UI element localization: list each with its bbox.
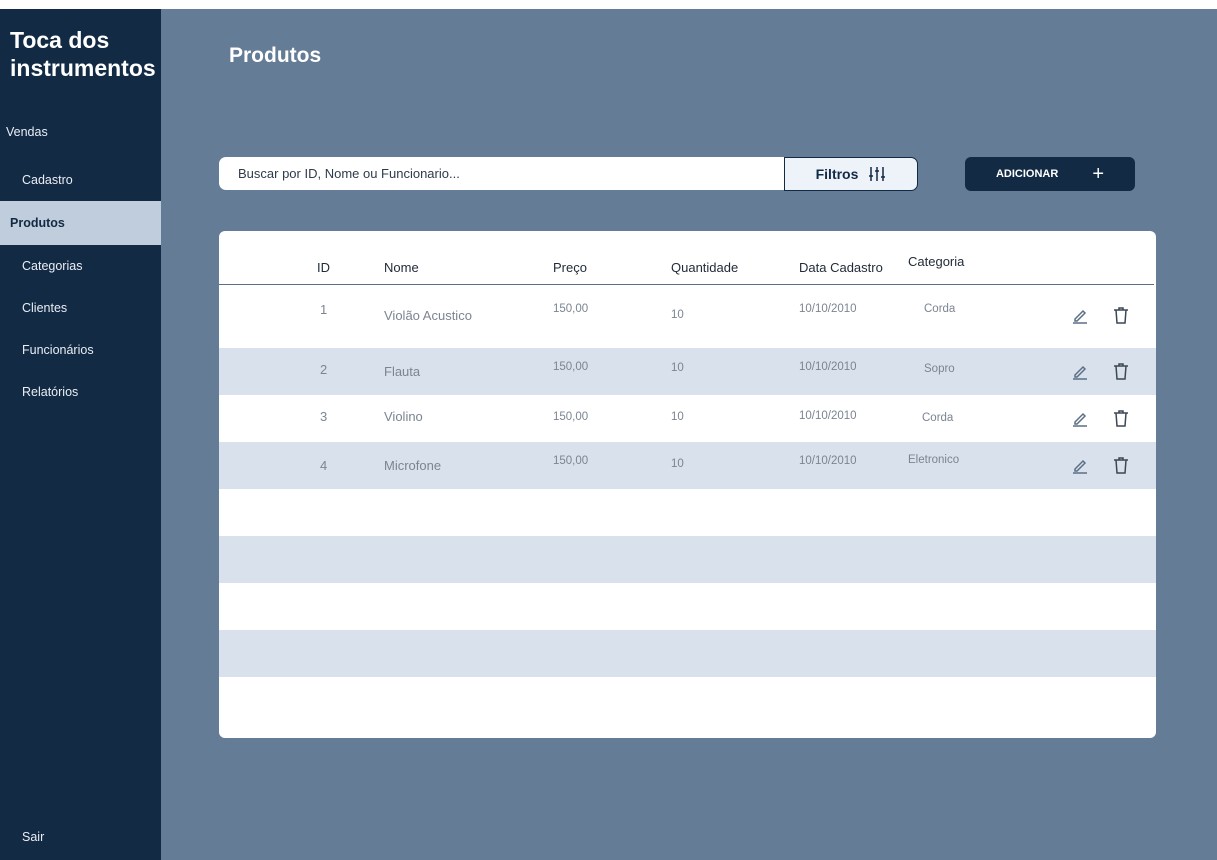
cell-quantidade: 10 (671, 309, 684, 321)
sliders-icon (868, 165, 886, 183)
cell-categoria: Corda (924, 303, 956, 315)
pencil-icon[interactable] (1071, 362, 1091, 382)
trash-icon[interactable] (1112, 306, 1132, 326)
search-input[interactable] (219, 157, 786, 190)
sidebar-item-label: Funcionários (22, 343, 94, 357)
cell-data: 10/10/2010 (799, 303, 857, 315)
cell-quantidade: 10 (671, 362, 684, 374)
products-table: ID Nome Preço Quantidade Data Cadastro C… (219, 231, 1156, 738)
column-header-data-cadastro: Data Cadastro (799, 260, 883, 275)
cell-nome: Violino (384, 409, 423, 424)
sidebar-item-label: Cadastro (22, 173, 73, 187)
cell-nome: Microfone (384, 458, 442, 473)
cell-preco: 150,00 (553, 303, 589, 315)
cell-preco: 150,00 (553, 411, 589, 423)
cell-id: 4 (320, 458, 328, 473)
cell-data: 10/10/2010 (799, 361, 857, 373)
table-row[interactable]: 4 Microfone 150,00 10 10/10/2010 Eletron… (219, 442, 1156, 489)
column-header-quantidade: Quantidade (671, 260, 739, 275)
cell-categoria: Sopro (924, 363, 955, 375)
filters-label: Filtros (815, 166, 859, 182)
sidebar-item-categorias[interactable]: Categorias (0, 255, 161, 277)
cell-id: 1 (320, 302, 328, 317)
cell-quantidade: 10 (671, 458, 684, 470)
brand-title: Toca dos instrumentos (10, 27, 156, 81)
header-divider (219, 284, 1154, 285)
cell-preco: 150,00 (553, 455, 589, 467)
empty-row (219, 489, 1156, 536)
sidebar-item-produtos[interactable]: Produtos (0, 201, 161, 245)
table-row[interactable]: 3 Violino 150,00 10 10/10/2010 Corda (219, 395, 1156, 442)
cell-id: 3 (320, 409, 328, 424)
filters-button[interactable]: Filtros (784, 157, 918, 191)
sidebar-item-vendas[interactable]: Vendas (0, 121, 161, 143)
add-label: ADICIONAR (995, 168, 1059, 180)
cell-data: 10/10/2010 (799, 410, 857, 422)
column-header-categoria: Categoria (908, 254, 965, 269)
cell-preco: 150,00 (553, 361, 589, 373)
trash-icon[interactable] (1112, 456, 1132, 476)
logout-link[interactable]: Sair (22, 830, 44, 844)
column-header-nome: Nome (384, 260, 419, 275)
sidebar-item-label: Vendas (6, 125, 48, 139)
sidebar-item-label: Relatórios (22, 385, 79, 399)
trash-icon[interactable] (1112, 409, 1132, 429)
sidebar-item-funcionarios[interactable]: Funcionários (0, 339, 161, 361)
sidebar-item-relatorios[interactable]: Relatórios (0, 381, 161, 403)
cell-categoria: Corda (922, 412, 954, 424)
sidebar: Toca dos instrumentos Vendas Cadastro Pr… (0, 9, 161, 860)
cell-nome: Violão Acustico (384, 308, 472, 323)
sidebar-item-clientes[interactable]: Clientes (0, 297, 161, 319)
plus-icon: + (1092, 163, 1105, 185)
pencil-icon[interactable] (1071, 456, 1091, 476)
page-title: Produtos (229, 44, 322, 67)
column-header-id: ID (317, 260, 330, 275)
add-button[interactable]: ADICIONAR + (965, 157, 1135, 191)
cell-nome: Flauta (384, 364, 421, 379)
app-frame: Toca dos instrumentos Vendas Cadastro Pr… (0, 9, 1217, 860)
table-row[interactable]: 2 Flauta 150,00 10 10/10/2010 Sopro (219, 348, 1156, 395)
cell-categoria: Eletronico (908, 454, 960, 466)
empty-row (219, 583, 1156, 630)
table-row[interactable]: 1 Violão Acustico 150,00 10 10/10/2010 C… (219, 292, 1156, 339)
sidebar-item-label: Clientes (22, 301, 68, 315)
sidebar-item-label: Produtos (10, 216, 65, 230)
pencil-icon[interactable] (1071, 409, 1091, 429)
column-header-preco: Preço (553, 260, 587, 275)
cell-quantidade: 10 (671, 411, 684, 423)
pencil-icon[interactable] (1071, 306, 1091, 326)
sidebar-item-label: Categorias (22, 259, 83, 273)
empty-row (219, 630, 1156, 677)
empty-row (219, 536, 1156, 583)
cell-data: 10/10/2010 (799, 455, 857, 467)
trash-icon[interactable] (1112, 362, 1132, 382)
cell-id: 2 (320, 362, 328, 377)
sidebar-item-cadastro[interactable]: Cadastro (0, 169, 161, 191)
